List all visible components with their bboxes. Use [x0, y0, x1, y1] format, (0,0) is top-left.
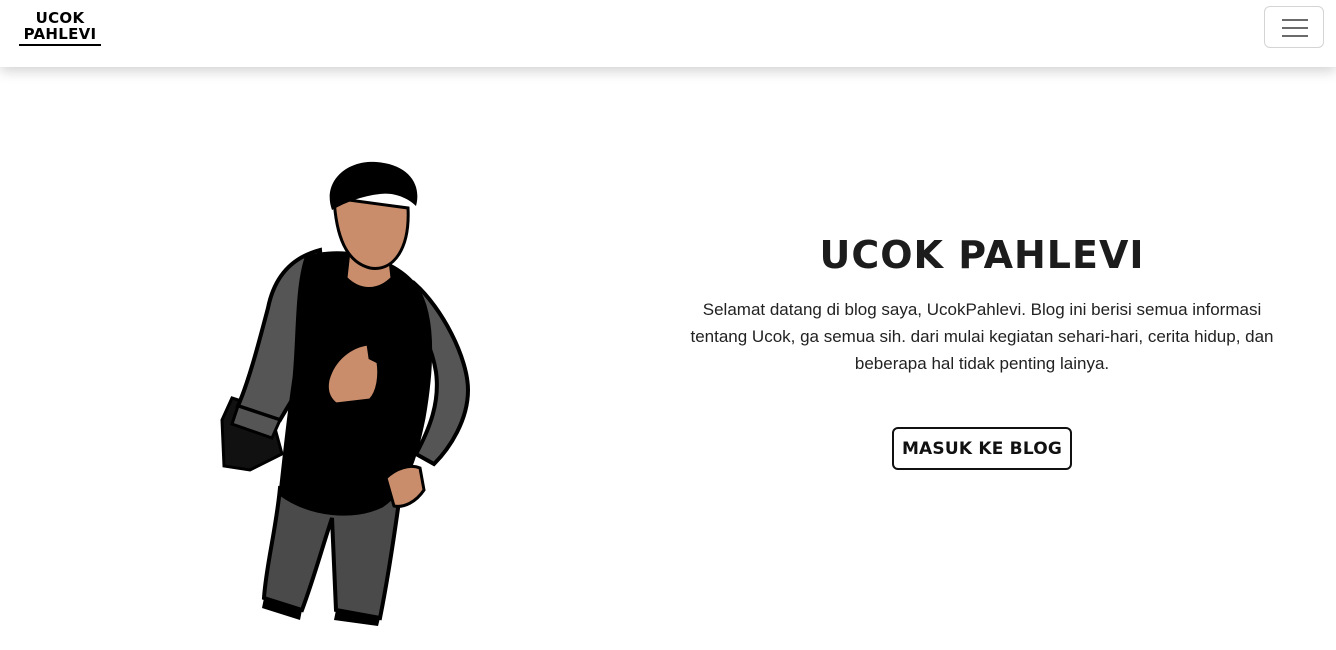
person-illustration	[210, 158, 480, 628]
navbar-toggle-button[interactable]	[1264, 6, 1324, 48]
enter-blog-button[interactable]: MASUK KE BLOG	[892, 427, 1072, 470]
brand-line-1: UCOK	[35, 9, 85, 27]
hero-section: UCOK PAHLEVI Selamat datang di blog saya…	[690, 228, 1274, 377]
hero-title: UCOK PAHLEVI	[819, 233, 1145, 277]
navbar: UCOK PAHLEVI	[0, 0, 1336, 67]
hero-description: Selamat datang di blog saya, UcokPahlevi…	[690, 300, 1274, 373]
brand-logo[interactable]: UCOK PAHLEVI	[19, 10, 101, 46]
brand-line-2: PAHLEVI	[23, 25, 97, 43]
